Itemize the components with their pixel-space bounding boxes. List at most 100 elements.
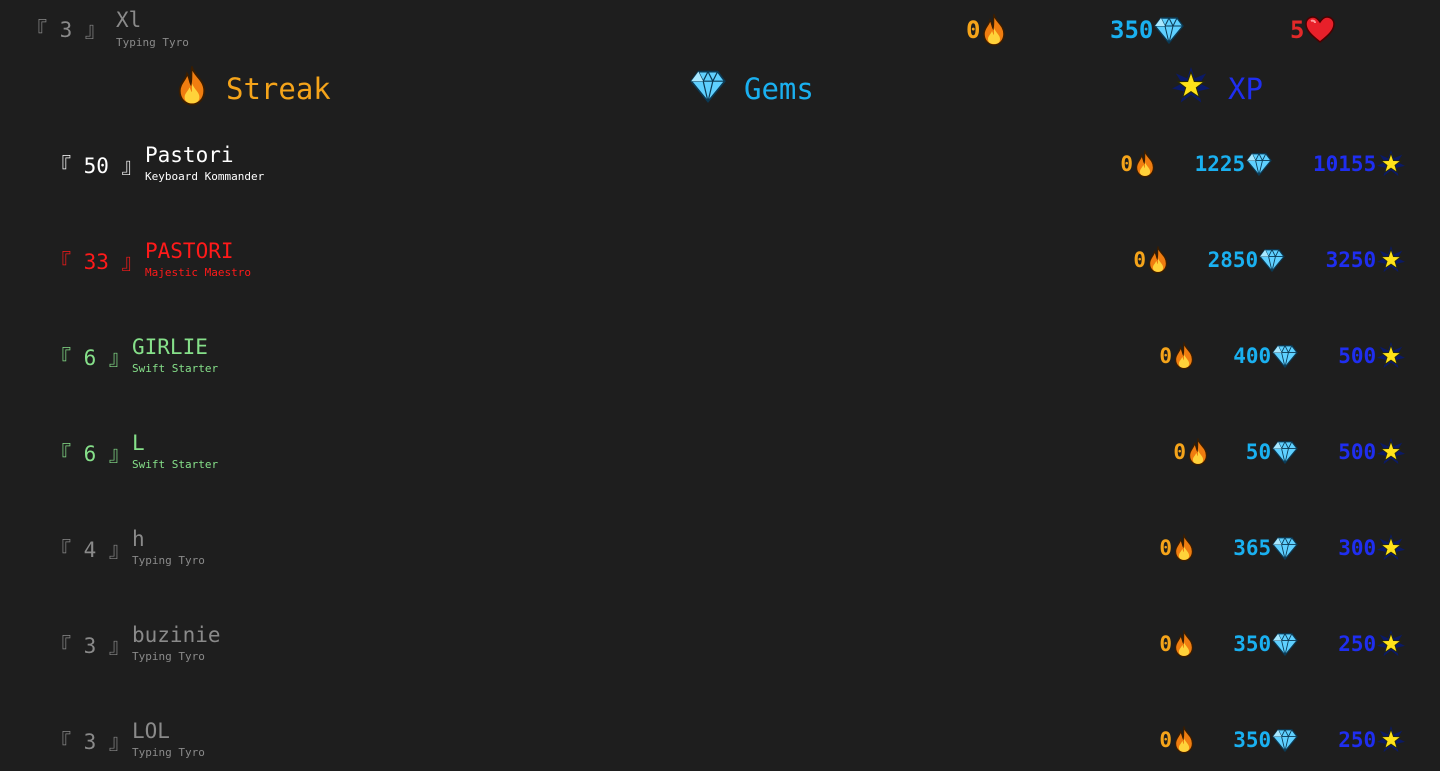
player-xp: 250	[1338, 726, 1406, 754]
player-title: Typing Tyro	[132, 746, 205, 759]
fire-icon	[1173, 630, 1195, 658]
current-user-hearts-value: 5	[1290, 16, 1305, 44]
star-icon	[1377, 342, 1406, 370]
player-name: PASTORI	[145, 239, 234, 263]
current-user-name: Xl	[116, 8, 142, 32]
star-icon	[1377, 150, 1406, 178]
gem-icon	[1272, 728, 1298, 752]
gem-icon	[1259, 248, 1285, 272]
player-name: LOL	[132, 719, 170, 743]
current-user-bar: 『 3 』 Xl Typing Tyro 0 350 5	[0, 0, 1440, 60]
player-gems: 50	[1246, 438, 1298, 466]
fire-icon	[1134, 150, 1156, 178]
fire-icon	[981, 14, 1007, 46]
player-name: buzinie	[132, 623, 221, 647]
gem-icon	[1154, 16, 1185, 44]
tab-gems[interactable]: Gems	[690, 68, 814, 110]
player-streak-value: 0	[1120, 152, 1134, 176]
star-icon	[1377, 438, 1406, 466]
player-streak-value: 0	[1133, 248, 1147, 272]
star-icon	[1377, 726, 1406, 754]
leaderboard-row[interactable]: 『 3 』 LOL Typing Tyro 0 350 250	[0, 719, 1440, 771]
player-streak: 0	[1159, 342, 1195, 370]
leaderboard-row[interactable]: 『 33 』 PASTORI Majestic Maestro 0 2850 3250	[0, 239, 1440, 326]
gem-icon	[1272, 344, 1298, 368]
current-user-rank: 『 3 』	[26, 18, 106, 42]
player-streak-value: 0	[1159, 536, 1173, 560]
leaderboard-row[interactable]: 『 6 』 L Swift Starter 0 50 500	[0, 431, 1440, 518]
player-xp-value: 250	[1338, 632, 1377, 656]
star-icon	[1377, 534, 1406, 562]
player-gems: 2850	[1208, 246, 1286, 274]
current-user-title: Typing Tyro	[116, 36, 189, 49]
player-xp: 300	[1338, 534, 1406, 562]
player-gems-value: 350	[1233, 632, 1272, 656]
player-streak: 0	[1133, 246, 1169, 274]
player-streak: 0	[1159, 726, 1195, 754]
fire-icon	[1173, 534, 1195, 562]
current-user-gems: 350	[1110, 13, 1185, 47]
current-user-gems-value: 350	[1110, 16, 1154, 44]
player-streak: 0	[1120, 150, 1156, 178]
player-streak: 0	[1159, 630, 1195, 658]
player-xp-value: 250	[1338, 728, 1377, 752]
player-rank: 『 50 』	[50, 154, 143, 178]
leaderboard-row[interactable]: 『 6 』 GIRLIE Swift Starter 0 400 500	[0, 335, 1440, 422]
leaderboard-row[interactable]: 『 3 』 buzinie Typing Tyro 0 350 250	[0, 623, 1440, 710]
player-rank: 『 3 』	[50, 730, 130, 754]
player-gems: 350	[1233, 630, 1298, 658]
player-rank: 『 6 』	[50, 442, 130, 466]
player-streak-value: 0	[1159, 344, 1173, 368]
player-gems: 365	[1233, 534, 1298, 562]
gem-icon	[1246, 152, 1272, 176]
player-name: h	[132, 527, 145, 551]
player-xp: 10155	[1313, 150, 1406, 178]
player-xp-value: 3250	[1325, 248, 1377, 272]
current-user-hearts: 5	[1290, 13, 1336, 47]
tab-xp[interactable]: XP	[1172, 66, 1263, 112]
player-title: Typing Tyro	[132, 650, 205, 663]
player-xp-value: 500	[1338, 440, 1377, 464]
player-xp-value: 300	[1338, 536, 1377, 560]
player-streak-value: 0	[1173, 440, 1187, 464]
player-rank: 『 3 』	[50, 634, 130, 658]
player-xp: 500	[1338, 342, 1406, 370]
player-gems-value: 50	[1245, 440, 1272, 464]
player-name: Pastori	[145, 143, 234, 167]
player-xp: 3250	[1326, 246, 1406, 274]
gem-icon	[1272, 440, 1298, 464]
leaderboard-page: 『 3 』 Xl Typing Tyro 0 350 5 Streak Gems…	[0, 0, 1440, 771]
star-icon	[1377, 630, 1406, 658]
player-streak: 0	[1173, 438, 1209, 466]
player-gems: 1225	[1195, 150, 1273, 178]
fire-icon	[1187, 438, 1209, 466]
player-gems-value: 350	[1233, 728, 1272, 752]
player-streak: 0	[1159, 534, 1195, 562]
gem-icon	[1272, 632, 1298, 656]
leaderboard-row[interactable]: 『 4 』 h Typing Tyro 0 365 300	[0, 527, 1440, 614]
gem-icon	[690, 69, 726, 110]
gem-icon	[1272, 536, 1298, 560]
player-name: L	[132, 431, 145, 455]
fire-icon	[1173, 342, 1195, 370]
player-title: Swift Starter	[132, 458, 219, 471]
tab-streak-label: Streak	[226, 72, 331, 106]
star-icon	[1377, 246, 1406, 274]
leaderboard-row[interactable]: 『 50 』 Pastori Keyboard Kommander 0 1225 1015…	[0, 143, 1440, 230]
player-gems-value: 2850	[1207, 248, 1259, 272]
player-streak-value: 0	[1159, 728, 1173, 752]
fire-icon	[176, 63, 208, 113]
current-user-streak-value: 0	[966, 16, 981, 44]
player-gems: 350	[1233, 726, 1298, 754]
player-xp-value: 10155	[1313, 152, 1377, 176]
fire-icon	[1173, 726, 1195, 754]
player-xp-value: 500	[1338, 344, 1377, 368]
tab-streak[interactable]: Streak	[176, 63, 331, 113]
player-gems-value: 1225	[1194, 152, 1246, 176]
current-user-streak: 0	[966, 13, 1007, 47]
star-icon	[1172, 66, 1210, 112]
tab-gems-label: Gems	[744, 72, 814, 106]
player-title: Keyboard Kommander	[145, 170, 265, 183]
player-xp: 500	[1338, 438, 1406, 466]
player-gems-value: 400	[1233, 344, 1272, 368]
